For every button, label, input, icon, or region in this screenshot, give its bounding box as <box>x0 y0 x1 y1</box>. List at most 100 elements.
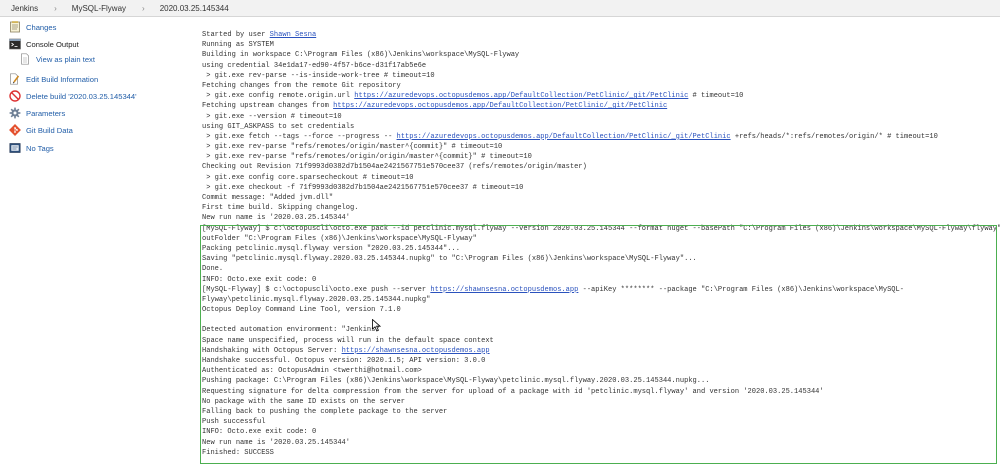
console-text: Space name unspecified, process will run… <box>202 336 494 345</box>
gear-icon <box>9 107 21 119</box>
console-text: > git.exe rev-parse "refs/remotes/origin… <box>202 153 532 162</box>
console-link[interactable]: https://shawnsesna.octopusdemos.app <box>342 347 490 355</box>
breadcrumb-job[interactable]: MySQL-Flyway <box>61 4 138 13</box>
tag-icon <box>9 142 21 154</box>
console-line: New run name is '2020.03.25.145344' <box>202 438 998 448</box>
sidebar-item-plain-text[interactable]: View as plain text <box>10 51 95 67</box>
console-text: Finished: SUCCESS <box>202 448 274 457</box>
console-link[interactable]: Shawn Sesna <box>270 31 317 39</box>
edit-document-icon <box>9 73 21 85</box>
sidebar-item-no-tags[interactable]: No Tags <box>0 140 54 156</box>
console-text: > git.exe config remote.origin.url <box>202 92 355 101</box>
console-text: [MySQL-Flyway] $ c:\octopuscli\octo.exe … <box>202 224 1000 233</box>
console-text: INFO: Octo.exe exit code: 0 <box>202 275 317 284</box>
console-line: Authenticated as: OctopusAdmin <twerthi@… <box>202 366 998 376</box>
console-text: using credential 34e1da17-ed90-4f57-b6ce… <box>202 61 427 70</box>
sidebar-item-parameters[interactable]: Parameters <box>0 105 65 121</box>
console-line: Finished: SUCCESS <box>202 448 998 458</box>
console-line: Fetching changes from the remote Git rep… <box>202 81 998 91</box>
console-text: Handshake successful. Octopus version: 2… <box>202 357 486 365</box>
console-line: outFolder "C:\Program Files (x86)\Jenkin… <box>202 234 998 244</box>
console-text: Building in workspace C:\Program Files (… <box>202 51 520 60</box>
console-text: Done. <box>202 265 224 274</box>
sidebar-item-label: Edit Build Information <box>26 74 99 84</box>
console-line: > git.exe fetch --tags --force --progres… <box>202 132 998 142</box>
console-text: > git.exe rev-parse --is-inside-work-tre… <box>202 71 435 80</box>
console-line: Octopus Deploy Command Line Tool, versio… <box>202 305 998 315</box>
console-text: Started by user <box>202 31 270 39</box>
console-text: Checking out Revision 71f9993d0382d7b150… <box>202 163 587 172</box>
sidebar-item-label: Delete build '2020.03.25.145344' <box>26 91 137 101</box>
sidebar-item-delete-build[interactable]: Delete build '2020.03.25.145344' <box>0 88 137 104</box>
console-output: Started by user Shawn Sesna Running as SY… <box>202 30 1000 458</box>
console-line: > git.exe config core.sparsecheckout # t… <box>202 173 998 183</box>
console-text: > git.exe rev-parse "refs/remotes/origin… <box>202 143 503 152</box>
console-text: Fetching upstream changes from <box>202 102 334 111</box>
no-entry-icon <box>9 90 21 102</box>
sidebar-item-git-build-data[interactable]: Git Build Data <box>0 122 73 138</box>
console-text: Detected automation environment: "Jenkin… <box>202 326 380 335</box>
console-text: > git.exe fetch --tags --force --progres… <box>202 132 397 141</box>
console-line: > git.exe rev-parse --is-inside-work-tre… <box>202 71 998 81</box>
console-line: using GIT_ASKPASS to set credentials <box>202 122 998 132</box>
sidebar-item-label: Console Output <box>26 39 79 49</box>
console-link[interactable]: https://azuredevops.octopusdemos.app/Def… <box>397 133 731 141</box>
console-text: Push successful <box>202 418 266 427</box>
console-text: # timeout=10 <box>688 92 744 101</box>
console-line: First time build. Skipping changelog. <box>202 203 998 213</box>
mouse-cursor-icon <box>372 318 382 334</box>
console-text: New run name is '2020.03.25.145344' <box>202 438 351 447</box>
sidebar-item-edit-build-info[interactable]: Edit Build Information <box>0 71 98 87</box>
console-text: Handshaking with Octopus Server: <box>202 346 342 355</box>
console-line: > git.exe config remote.origin.url https… <box>202 91 998 101</box>
console-text: --apiKey ******** --package "C:\Program … <box>578 285 904 294</box>
console-text: outFolder "C:\Program Files (x86)\Jenkin… <box>202 234 477 243</box>
console-line: > git.exe --version # timeout=10 <box>202 112 998 122</box>
sidebar-item-label: Parameters <box>26 108 66 118</box>
sidebar-item-console-output[interactable]: Console Output <box>0 36 79 52</box>
console-text: +refs/heads/*:refs/remotes/origin/* # ti… <box>730 132 938 141</box>
console-text: No package with the same ID exists on th… <box>202 397 405 406</box>
sidebar-item-label: Changes <box>26 22 57 32</box>
console-line: [MySQL-Flyway] $ c:\octopuscli\octo.exe … <box>202 224 1000 234</box>
breadcrumb: Jenkins › MySQL-Flyway › 2020.03.25.1453… <box>0 0 1000 17</box>
git-icon <box>9 124 21 136</box>
sidebar-item-label: No Tags <box>26 143 54 153</box>
console-line: INFO: Octo.exe exit code: 0 <box>202 275 998 285</box>
console-line: > git.exe rev-parse "refs/remotes/origin… <box>202 152 998 162</box>
console-line: > git.exe checkout -f 71f9993d0382d7b150… <box>202 183 998 193</box>
breadcrumb-jenkins[interactable]: Jenkins <box>0 4 50 13</box>
console-line: Requesting signature for delta compressi… <box>202 387 998 397</box>
console-line: Flyway\petclinic.mysql.flyway.2020.03.25… <box>202 295 998 305</box>
breadcrumb-build[interactable]: 2020.03.25.145344 <box>149 4 241 13</box>
console-line: INFO: Octo.exe exit code: 0 <box>202 427 998 437</box>
console-line: Push successful <box>202 417 998 427</box>
console-text: Requesting signature for delta compressi… <box>202 387 824 396</box>
console-line: Falling back to pushing the complete pac… <box>202 407 998 417</box>
console-line: Pushing package: C:\Program Files (x86)\… <box>202 376 998 386</box>
console-text: New run name is '2020.03.25.145344' <box>202 214 351 223</box>
sidebar-item-label: View as plain text <box>36 54 95 64</box>
breadcrumb-separator: › <box>54 3 57 13</box>
console-line: Fetching upstream changes from https://a… <box>202 101 998 111</box>
console-line: Done. <box>202 264 998 274</box>
console-link[interactable]: https://azuredevops.octopusdemos.app/Def… <box>354 92 688 100</box>
sidebar-item-changes[interactable]: Changes <box>0 19 56 35</box>
console-text: First time build. Skipping changelog. <box>202 204 359 213</box>
console-line: Saving "petclinic.mysql.flyway.2020.03.2… <box>202 254 998 264</box>
console-link[interactable]: https://azuredevops.octopusdemos.app/Def… <box>333 102 667 110</box>
notepad-icon <box>9 21 21 33</box>
console-text: INFO: Octo.exe exit code: 0 <box>202 428 317 437</box>
console-link[interactable]: https://shawnsesna.octopusdemos.app <box>430 286 578 294</box>
console-line: Checking out Revision 71f9993d0382d7b150… <box>202 162 998 172</box>
console-line: Handshaking with Octopus Server: https:/… <box>202 346 998 356</box>
console-line: Packing petclinic.mysql.flyway version "… <box>202 244 998 254</box>
console-line: using credential 34e1da17-ed90-4f57-b6ce… <box>202 61 998 71</box>
console-line: Commit message: "Added jvm.dll" <box>202 193 998 203</box>
console-text: > git.exe --version # timeout=10 <box>202 112 342 121</box>
console-text: [MySQL-Flyway] $ c:\octopuscli\octo.exe … <box>202 285 431 294</box>
console-text: Flyway\petclinic.mysql.flyway.2020.03.25… <box>202 295 431 304</box>
console-text: Octopus Deploy Command Line Tool, versio… <box>202 306 401 315</box>
document-icon <box>19 53 31 65</box>
